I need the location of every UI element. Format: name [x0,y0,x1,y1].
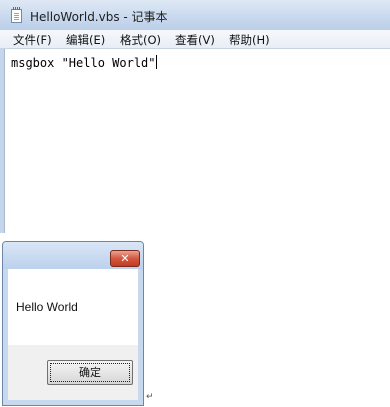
close-icon[interactable]: ✕ [110,250,140,267]
notepad-titlebar[interactable]: HelloWorld.vbs - 记事本 [0,0,390,30]
menu-file[interactable]: 文件(F) [13,32,52,48]
notepad-app-icon [11,7,22,23]
menu-bar: 文件(F) 编辑(E) 格式(O) 查看(V) 帮助(H) [0,30,390,49]
editor-content: msgbox "Hello World" [11,55,157,70]
menu-help[interactable]: 帮助(H) [229,32,270,48]
dialog-body: Hello World [8,269,138,345]
menu-format[interactable]: 格式(O) [120,32,161,48]
text-caret [155,55,157,69]
message-box: ✕ Hello World 确定 [2,241,144,406]
dialog-message: Hello World [16,300,78,314]
window-title: HelloWorld.vbs - 记事本 [30,10,168,24]
menu-view[interactable]: 查看(V) [175,32,215,48]
text-editor[interactable]: msgbox "Hello World" [4,49,390,233]
notepad-window: HelloWorld.vbs - 记事本 文件(F) 编辑(E) 格式(O) 查… [0,0,390,233]
menu-edit[interactable]: 编辑(E) [66,32,105,48]
ok-button[interactable]: 确定 [47,360,133,385]
editor-text: msgbox "Hello World" [11,56,156,70]
dialog-footer: 确定 [8,345,138,400]
return-mark-icon: ↵ [146,392,154,402]
